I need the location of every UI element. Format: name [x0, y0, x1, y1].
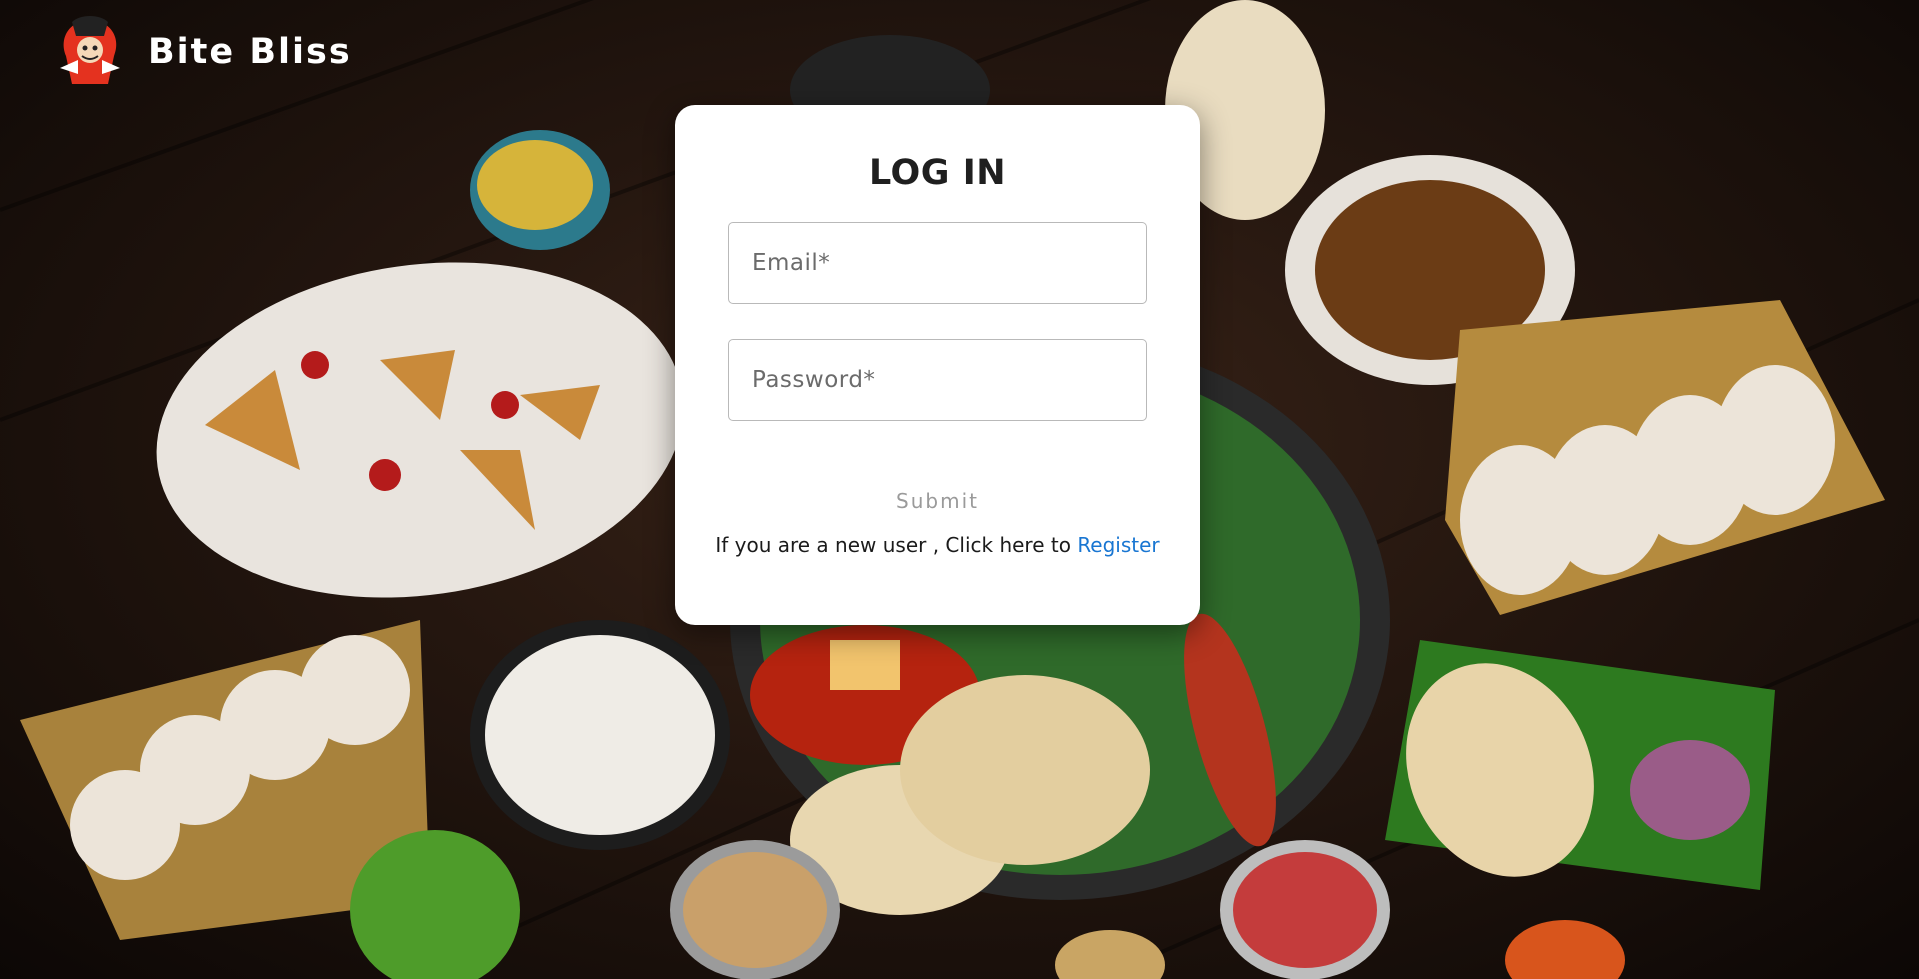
brand[interactable]: Bite Bliss	[58, 16, 352, 88]
password-field[interactable]	[728, 339, 1147, 421]
password-input[interactable]	[729, 340, 1146, 420]
email-field[interactable]	[728, 222, 1147, 304]
email-input[interactable]	[729, 223, 1146, 303]
submit-button[interactable]: Submit	[868, 488, 1008, 514]
register-prompt: If you are a new user , Click here to Re…	[675, 533, 1200, 557]
login-title: LOG IN	[868, 153, 1007, 193]
register-prompt-text: If you are a new user , Click here to	[715, 533, 1071, 557]
login-card: LOG IN Submit If you are a new user , Cl…	[675, 105, 1200, 625]
brand-name: Bite Bliss	[148, 32, 352, 72]
register-link[interactable]: Register	[1077, 533, 1159, 557]
chef-mascot-logo-icon	[60, 16, 120, 84]
